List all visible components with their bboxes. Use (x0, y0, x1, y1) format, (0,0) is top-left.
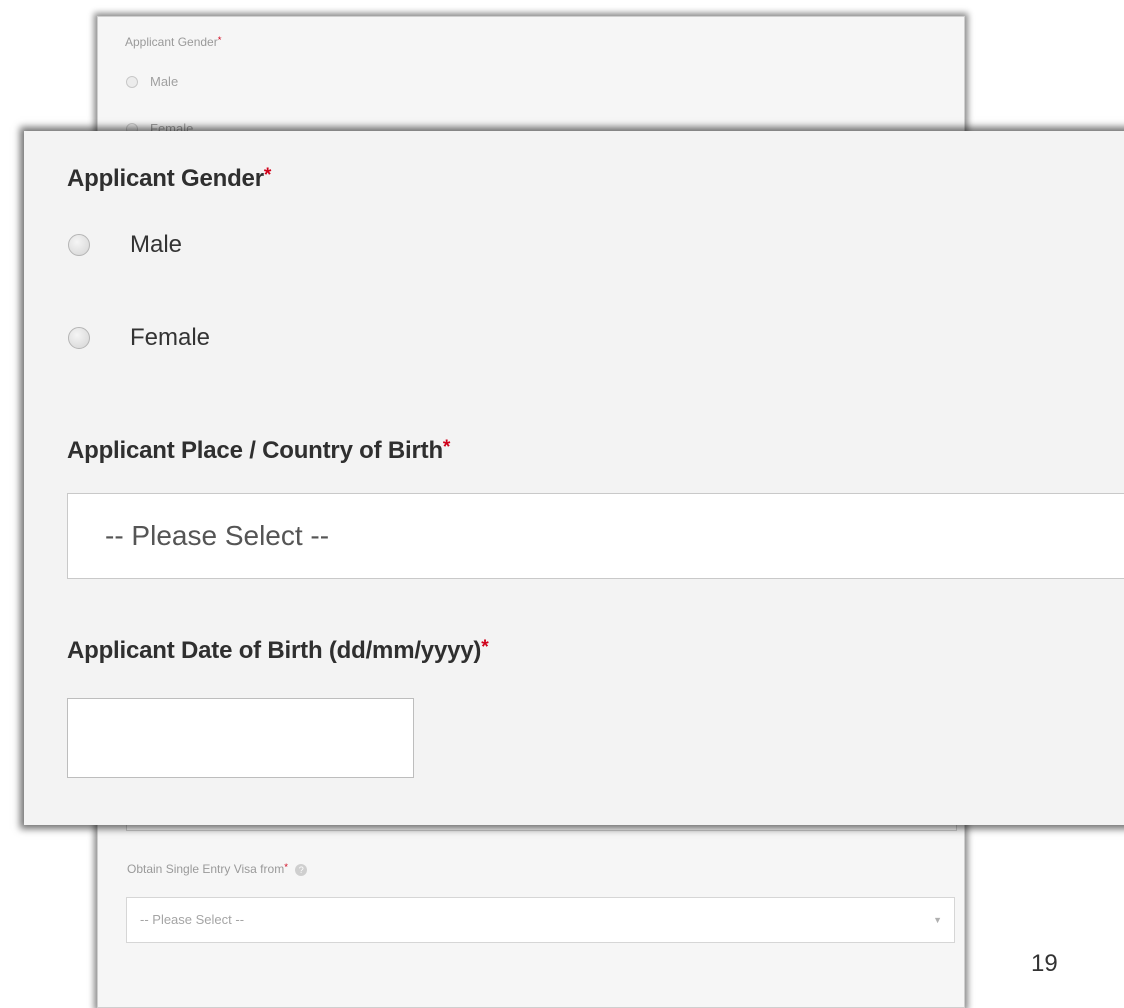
bg-visa-select[interactable]: -- Please Select -- ▼ (126, 897, 955, 943)
radio-male-label: Male (130, 231, 183, 258)
radio-circle-icon[interactable] (68, 327, 90, 349)
bg-gender-label: Applicant Gender* (125, 35, 222, 49)
radio-female-label: Female (130, 324, 211, 351)
radio-male[interactable]: Male (68, 231, 182, 259)
bg-radio-male[interactable]: Male (126, 74, 178, 89)
help-icon[interactable]: ? (295, 863, 308, 876)
required-asterisk: * (263, 165, 272, 186)
date-of-birth-label: Applicant Date of Birth (dd/mm/yyyy)* (67, 637, 489, 664)
required-asterisk: * (442, 437, 451, 458)
zoomed-form-panel: Applicant Gender* Male Female Applicant … (24, 131, 1124, 825)
country-of-birth-label: Applicant Place / Country of Birth* (67, 437, 451, 464)
radio-circle-icon[interactable] (126, 75, 138, 88)
gender-label: Applicant Gender* (67, 165, 272, 192)
page-number: 19 (1031, 950, 1058, 977)
radio-female[interactable]: Female (68, 324, 210, 352)
date-of-birth-input[interactable] (67, 698, 414, 778)
chevron-down-icon: ▼ (933, 915, 942, 925)
required-asterisk: * (481, 637, 489, 658)
country-of-birth-select[interactable]: -- Please Select -- (67, 493, 1124, 579)
bg-visa-label: Obtain Single Entry Visa from* ? (127, 862, 308, 876)
radio-circle-icon[interactable] (68, 234, 90, 256)
